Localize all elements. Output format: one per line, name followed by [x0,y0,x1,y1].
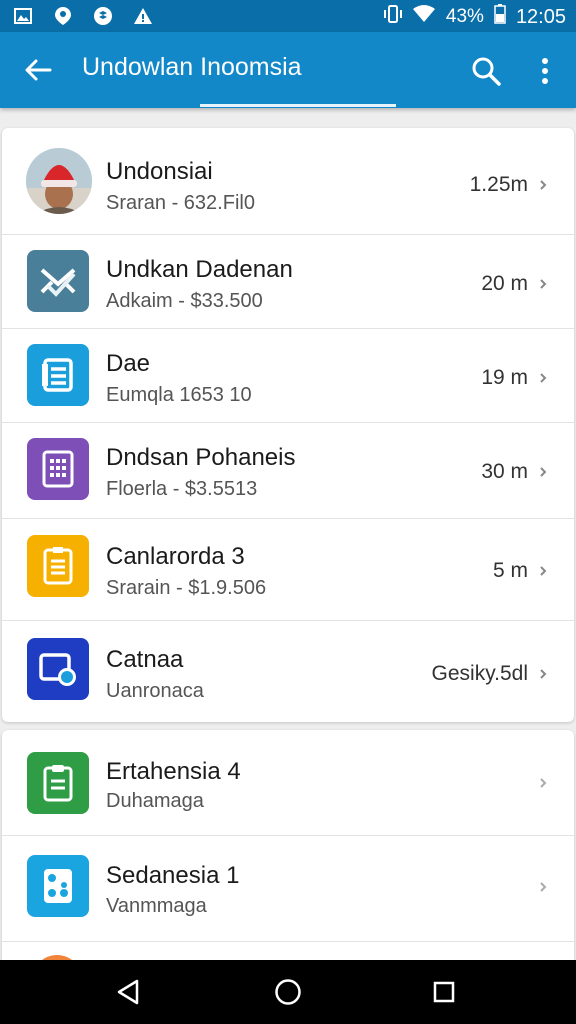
list-item[interactable]: Sedanesia 1 Vanmmaga [2,835,574,942]
item-name: Canlarorda 3 [106,543,245,570]
item-name: Dndsan Pohaneis [106,444,296,471]
item-name: Ertahensia 4 [106,758,241,785]
item-subtitle: Adkaim - $33.500 [106,290,263,312]
list-item[interactable]: Catnaa Uanronaca Gesiky.5dl [2,620,574,722]
item-name: Sedanesia 1 [106,862,240,889]
item-size: Gesiky.5dl [431,662,528,685]
list-item[interactable]: Dndsan Pohaneis Floerla - $3.5513 30 m [2,422,574,519]
nav-back-button[interactable] [110,974,146,1010]
tab-indicator [200,104,396,107]
clock: 12:05 [515,5,566,28]
item-size: 5 m [492,559,528,582]
calendar-icon [27,438,89,500]
app-bar: Undowlan Inoomsia [0,32,576,108]
more-vert-icon [542,58,548,84]
nav-back-icon [117,979,139,1005]
nav-recents-button[interactable] [426,974,462,1010]
battery-icon [494,4,506,30]
item-name: Undkan Dadenan [106,256,293,283]
item-name: Undonsiai [106,158,213,185]
chevron-right-icon [538,667,548,681]
nav-recents-icon [433,981,455,1003]
avatar [26,148,92,214]
more-options-button[interactable] [530,52,560,90]
item-subtitle: Srarain - $1.9.506 [106,577,267,599]
gallery-icon [12,5,34,27]
list-card: Undonsiai Sraran - 632.Fil0 1.25m Undkan… [2,128,574,722]
dice-icon [27,855,89,917]
location-icon [52,5,74,27]
item-name: Catnaa [106,646,184,673]
list-item[interactable]: Dae Eumqla 1653 10 19 m [2,328,574,423]
chevron-right-icon [538,277,548,291]
chevron-right-icon [538,178,548,192]
vibrate-icon [383,4,402,30]
item-size: 1.25m [469,173,528,196]
nav-home-icon [275,979,301,1005]
list-item[interactable]: Undonsiai Sraran - 632.Fil0 1.25m [2,128,574,235]
list-item[interactable]: Ertahensia 4 Duhamaga [2,730,574,836]
chevron-right-icon [538,371,548,385]
screen-record-icon [27,638,89,700]
clipboard-icon [27,752,89,814]
nav-home-button[interactable] [270,974,306,1010]
arrow-back-icon [25,59,52,81]
status-bar: 43% 12:05 [0,0,576,32]
chevron-right-icon [538,465,548,479]
list-item[interactable]: Undkan Dadenan Adkaim - $33.500 20 m [2,234,574,329]
battery-percent: 43% [445,6,484,27]
item-subtitle: Floerla - $3.5513 [106,478,258,500]
alert-icon [132,5,154,27]
list-item[interactable]: Canlarorda 3 Srarain - $1.9.506 5 m [2,518,574,621]
item-subtitle: Sraran - 632.Fil0 [106,192,255,214]
wifi-icon [412,5,436,29]
document-icon [27,535,89,597]
item-size: 19 m [481,366,528,389]
item-name: Dae [106,350,151,377]
search-button[interactable] [467,52,505,90]
chevron-right-icon [538,564,548,578]
search-icon [472,57,501,86]
chevron-right-icon [538,776,548,790]
item-size: 30 m [481,460,528,483]
app-title: Undowlan Inoomsia [82,53,302,81]
item-size: 20 m [481,272,528,295]
navigation-bar [0,960,576,1024]
item-subtitle: Eumqla 1653 10 [106,384,252,406]
back-button[interactable] [20,52,56,88]
item-subtitle: Uanronaca [106,680,204,702]
dropbox-icon [92,5,114,27]
chevron-right-icon [538,880,548,894]
check-mail-icon [27,250,89,312]
item-subtitle: Duhamaga [106,790,204,812]
list-card: Ertahensia 4 Duhamaga Sedanesia 1 Vanmma… [2,730,574,970]
item-subtitle: Vanmmaga [106,895,207,917]
list-icon [27,344,89,406]
